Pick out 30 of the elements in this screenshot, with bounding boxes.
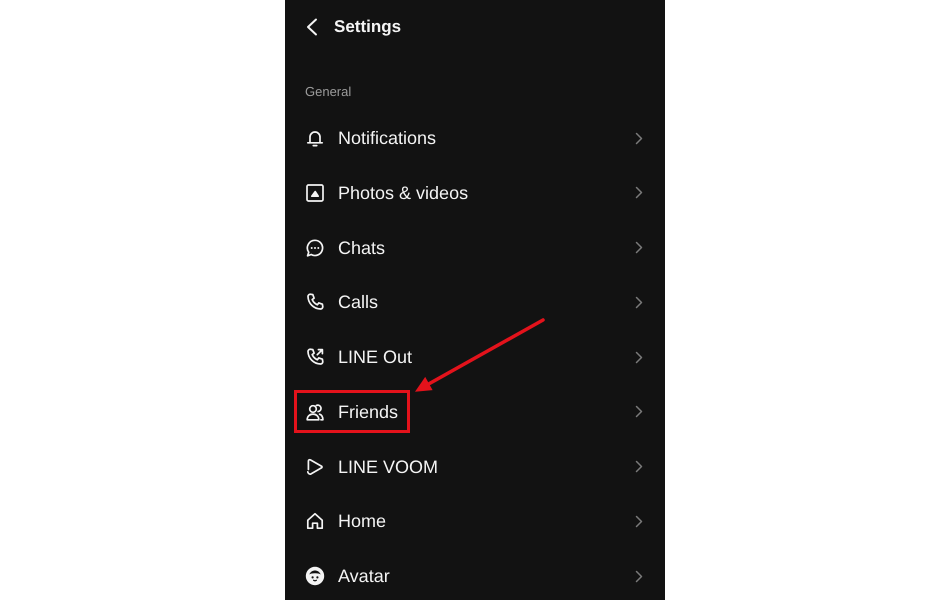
settings-item[interactable]: LINE VOOM: [285, 444, 665, 490]
people-icon: [305, 402, 325, 422]
settings-item[interactable]: LINE Out: [285, 334, 665, 380]
section-label: General: [305, 84, 352, 100]
avatar-icon: [305, 566, 325, 586]
settings-item[interactable]: Calls: [285, 279, 665, 326]
chevron-right-icon: [635, 132, 643, 144]
settings-item[interactable]: Avatar: [285, 553, 665, 599]
chevron-right-icon: [635, 405, 643, 418]
page-title: Settings: [334, 16, 402, 38]
play-icon: [305, 456, 325, 476]
settings-item[interactable]: Notifications: [285, 115, 665, 161]
chat-bubble-icon: [305, 238, 325, 258]
chevron-right-icon: [635, 570, 643, 582]
chevron-right-icon: [635, 460, 643, 473]
back-icon[interactable]: [305, 18, 318, 36]
settings-item[interactable]: Chats: [285, 224, 665, 270]
phone-arrow-icon: [305, 347, 325, 367]
bell-icon: [305, 128, 325, 148]
chevron-right-icon: [635, 296, 643, 309]
phone-icon: [305, 292, 325, 312]
image-icon: [305, 182, 325, 203]
chevron-right-icon: [635, 514, 643, 528]
settings-item[interactable]: Friends: [285, 388, 665, 435]
settings-item[interactable]: Photos & videos: [285, 170, 665, 216]
chevron-right-icon: [635, 241, 643, 254]
settings-item[interactable]: Home: [285, 498, 665, 544]
home-icon: [305, 511, 325, 532]
chevron-right-icon: [635, 350, 643, 364]
chevron-right-icon: [635, 186, 643, 200]
